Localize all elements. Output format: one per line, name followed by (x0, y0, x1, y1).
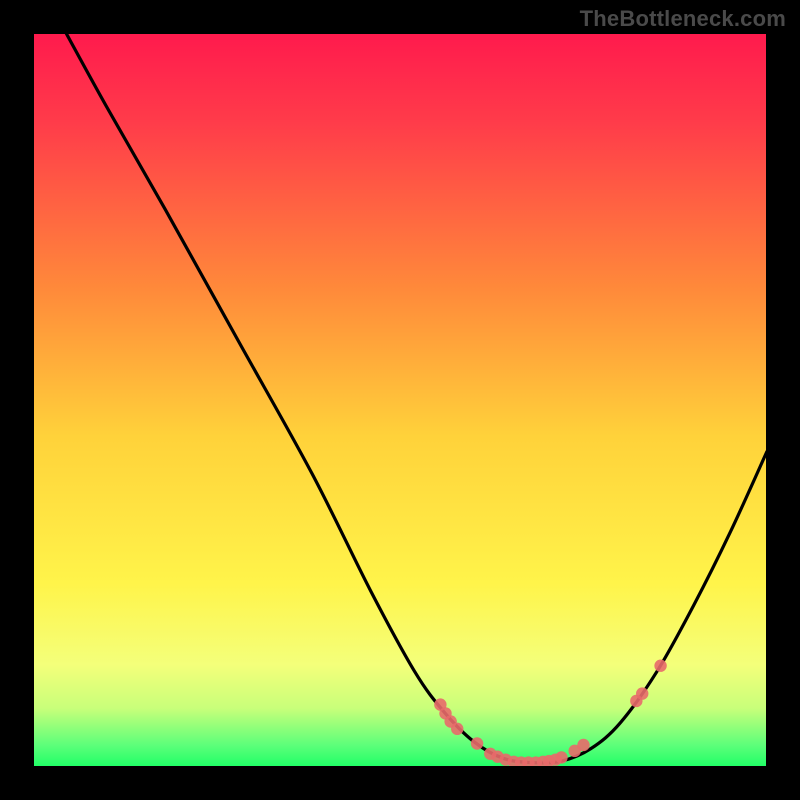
data-marker (451, 723, 463, 735)
watermark-text: TheBottleneck.com (580, 6, 786, 32)
data-marker (471, 737, 483, 749)
bottleneck-curve-chart (0, 0, 800, 800)
chart-frame: TheBottleneck.com (0, 0, 800, 800)
gradient-background (33, 33, 767, 767)
data-marker (577, 739, 589, 751)
data-marker (555, 751, 567, 763)
data-marker (654, 660, 666, 672)
data-marker (636, 687, 648, 699)
